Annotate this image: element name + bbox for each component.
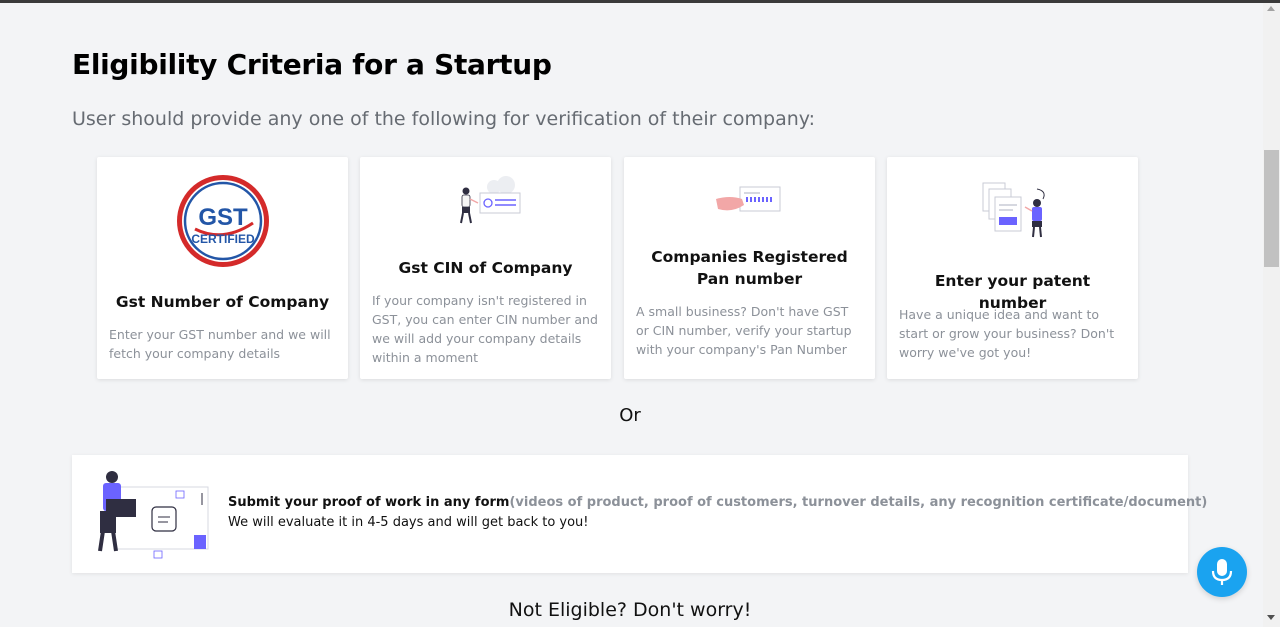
proof-evaluation-note: We will evaluate it in 4-5 days and will… [228,515,589,530]
card-title: Companies Registered Pan number [651,248,848,288]
gst-logo-subtext: CERTIFIED [191,232,255,246]
card-title: Gst Number of Company [115,293,330,311]
browser-top-border [0,0,1280,3]
gst-certified-logo: GST CERTIFIED [97,173,348,269]
proof-of-work-section[interactable]: Submit your proof of work in any form(vi… [72,455,1207,573]
card-description: If your company isn't registered in GST,… [372,293,598,365]
page-title: Eligibility Criteria for a Startup [72,48,552,81]
microphone-button[interactable] [1197,547,1247,597]
card-description: Enter your GST number and we will fetch … [109,327,331,361]
cin-illustration [360,175,611,227]
pan-card-illustration [624,181,875,221]
gst-logo-text: GST [198,204,248,231]
proof-instruction: Submit your proof of work in any form(vi… [228,495,1207,510]
not-eligible-heading: Not Eligible? Don't worry! [508,599,752,621]
card-description: A small business? Don't have GST or CIN … [636,304,852,357]
scroll-down-arrow-icon[interactable] [1267,615,1275,620]
page-subtitle: User should provide any one of the follo… [72,108,816,130]
card-pan-number[interactable]: Companies Registered Pan number A small … [624,157,875,379]
patent-illustration [887,179,1138,241]
scroll-up-arrow-icon[interactable] [1267,6,1275,11]
vertical-scrollbar[interactable] [1263,3,1280,627]
card-title: Gst CIN of Company [398,259,573,277]
card-description: Have a unique idea and want to start or … [899,307,1115,360]
card-cin-number[interactable]: Gst CIN of Company If your company isn't… [360,157,611,379]
card-gst-number[interactable]: GST CERTIFIED Gst Number of Company Ente… [97,157,348,379]
proof-of-work-illustration [90,465,215,565]
microphone-icon [1211,559,1233,585]
card-patent-number[interactable]: Enter your patent number Have a unique i… [887,157,1138,379]
proof-instruction-details: (videos of product, proof of customers, … [509,495,1208,510]
or-divider-label: Or [619,405,641,426]
scrollbar-thumb[interactable] [1264,150,1279,267]
proof-instruction-bold: Submit your proof of work in any form [228,495,510,510]
